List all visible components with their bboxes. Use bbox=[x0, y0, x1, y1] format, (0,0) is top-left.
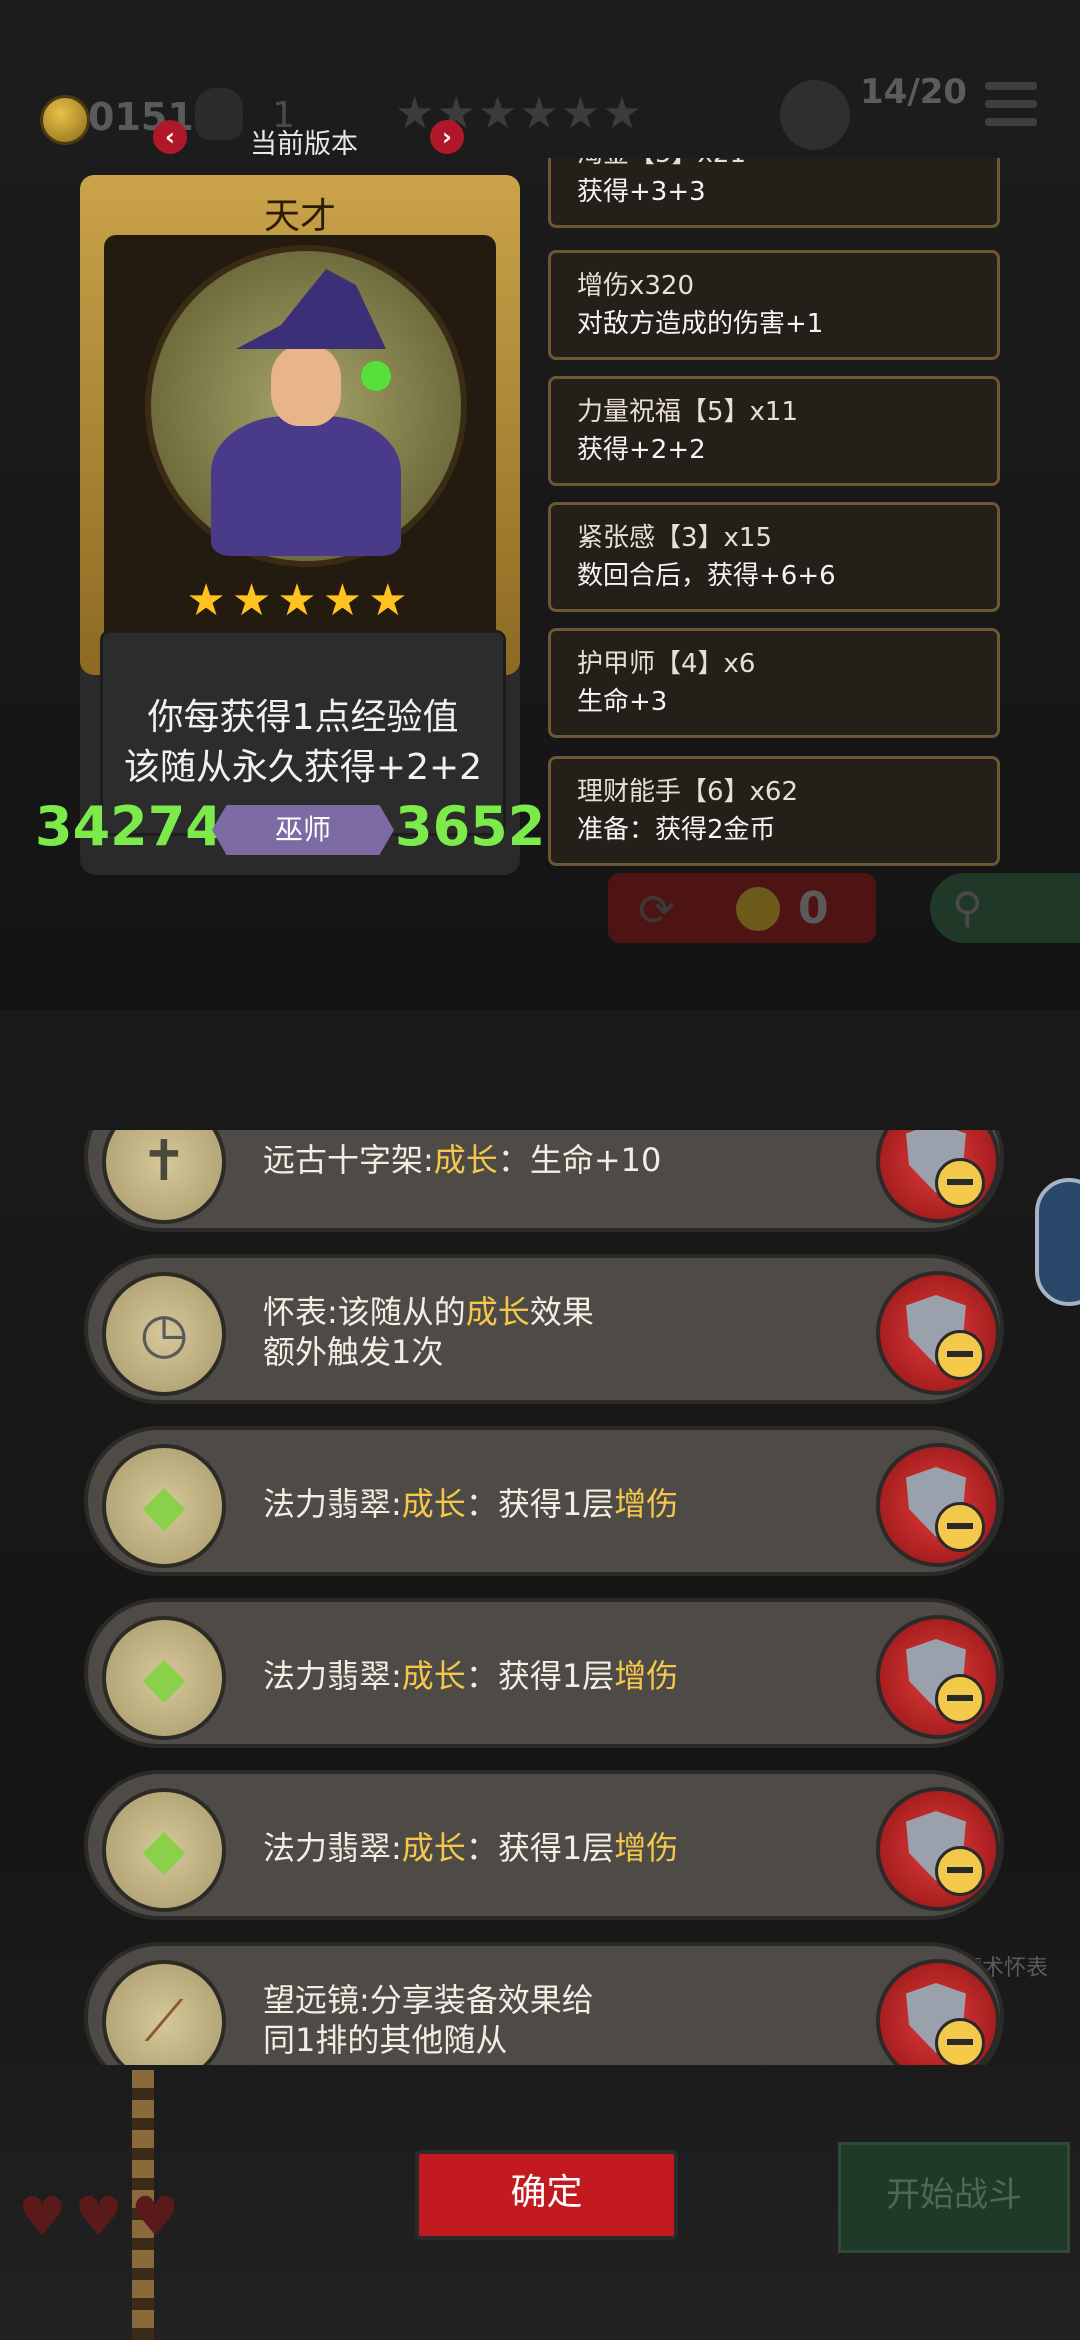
item-text: 法力翡翠:成长：获得1层增伤 bbox=[263, 1829, 679, 1867]
card-frame: 天才 ★★★★★ bbox=[80, 175, 520, 675]
equipment-panel: 魔术怀表 ✝ 远古十字架:成长：生命+10 ◷ 怀表:该随从的成长效果 额外触发1… bbox=[0, 1010, 1080, 2340]
list-item: ◆ 法力翡翠:成长：获得1层增伤 bbox=[84, 1598, 1004, 1748]
minus-icon bbox=[935, 1674, 985, 1724]
buff-item: 理财能手【6】x62 准备：获得2金币 bbox=[548, 756, 1000, 866]
buff-effect: 生命+3 bbox=[577, 687, 668, 717]
minus-icon bbox=[935, 1158, 985, 1208]
list-item: ⟋ 望远镜:分享装备效果给 同1排的其他随从 bbox=[84, 1942, 1004, 2065]
buff-name: 增伤x320 bbox=[577, 271, 695, 301]
minus-icon bbox=[935, 1330, 985, 1380]
coin-icon bbox=[736, 887, 780, 931]
version-next-button[interactable]: › bbox=[430, 120, 464, 154]
cross-icon: ✝ bbox=[102, 1130, 226, 1224]
remove-item-button[interactable] bbox=[876, 1443, 1000, 1567]
equipment-list[interactable]: ✝ 远古十字架:成长：生命+10 ◷ 怀表:该随从的成长效果 额外触发1次 ◆ 法… bbox=[84, 1130, 1004, 2065]
turn-counter: 14/20 bbox=[860, 72, 968, 112]
emerald-icon: ◆ bbox=[102, 1444, 226, 1568]
wizard-robe bbox=[211, 416, 401, 556]
refresh-button[interactable]: ⟳ 0 bbox=[608, 873, 876, 943]
remove-item-button[interactable] bbox=[876, 1959, 1000, 2065]
confirm-button[interactable]: 确定 bbox=[415, 2150, 678, 2240]
telescope-icon: ⟋ bbox=[102, 1960, 226, 2065]
item-text: 远古十字架:成长：生命+10 bbox=[263, 1141, 662, 1179]
buff-effect: 获得+2+2 bbox=[577, 435, 706, 465]
menu-icon[interactable] bbox=[985, 82, 1037, 136]
item-text: 法力翡翠:成长：获得1层增伤 bbox=[263, 1657, 679, 1695]
buff-name: 力量祝福【5】x11 bbox=[577, 397, 799, 427]
buff-effect: 数回合后，获得+6+6 bbox=[577, 561, 836, 591]
minion-name: 天才 bbox=[263, 196, 336, 237]
item-text: 法力翡翠:成长：获得1层增伤 bbox=[263, 1485, 679, 1523]
search-icon: ⚲ bbox=[952, 883, 983, 932]
buff-name: 理财能手【6】x62 bbox=[577, 777, 799, 807]
tribe-badge: 巫师 bbox=[212, 805, 394, 855]
remove-item-button[interactable] bbox=[876, 1787, 1000, 1911]
remove-item-button[interactable] bbox=[876, 1615, 1000, 1739]
start-battle-button[interactable]: 开始战斗 bbox=[838, 2142, 1070, 2253]
buff-effect: 获得+3+3 bbox=[577, 177, 706, 207]
description-line-2: 该随从永久获得+2+2 bbox=[123, 747, 483, 788]
wizard-portrait bbox=[145, 245, 467, 567]
remove-item-button[interactable] bbox=[876, 1271, 1000, 1395]
cat-icon bbox=[195, 88, 243, 140]
side-tab-button[interactable] bbox=[1035, 1178, 1080, 1306]
buff-list[interactable]: 淘金【5】x21 获得+3+3 增伤x320 对敌方造成的伤害+1 力量祝福【5… bbox=[548, 158, 1004, 868]
buff-item: 力量祝福【5】x11 获得+2+2 bbox=[548, 376, 1000, 486]
minion-detail-panel: 0151 1 ★★★★★★ 14/20 ‹ 当前版本 › 天才 ★★★★★ 你每… bbox=[0, 0, 1080, 990]
item-text: 望远镜:分享装备效果给 同1排的其他随从 bbox=[263, 1981, 594, 2059]
buff-name: 护甲师【4】x6 bbox=[577, 649, 756, 679]
buff-item: 紧张感【3】x15 数回合后，获得+6+6 bbox=[548, 502, 1000, 612]
gold-coin-icon bbox=[40, 95, 90, 145]
buff-name: 淘金【5】x21 bbox=[577, 158, 746, 170]
description-line-1: 你每获得1点经验值 bbox=[147, 697, 459, 738]
item-text: 怀表:该随从的成长效果 额外触发1次 bbox=[263, 1293, 594, 1371]
emerald-icon: ◆ bbox=[102, 1616, 226, 1740]
magic-orb-icon bbox=[361, 361, 391, 391]
list-item: ◷ 怀表:该随从的成长效果 额外触发1次 bbox=[84, 1254, 1004, 1404]
list-item: ◆ 法力翡翠:成长：获得1层增伤 bbox=[84, 1426, 1004, 1576]
minion-card: 天才 ★★★★★ 你每获得1点经验值 该随从永久获得+2+2 bbox=[80, 175, 520, 875]
wizard-face bbox=[271, 346, 341, 426]
refresh-icon: ⟳ bbox=[638, 885, 675, 936]
minus-icon bbox=[935, 2018, 985, 2065]
buff-effect: 准备：获得2金币 bbox=[577, 815, 776, 845]
buff-name: 紧张感【3】x15 bbox=[577, 523, 773, 553]
version-label: 当前版本 bbox=[250, 129, 358, 160]
buff-item: 护甲师【4】x6 生命+3 bbox=[548, 628, 1000, 738]
emerald-icon: ◆ bbox=[102, 1788, 226, 1912]
buff-item: 淘金【5】x21 获得+3+3 bbox=[548, 158, 1000, 228]
buff-item: 增伤x320 对敌方造成的伤害+1 bbox=[548, 250, 1000, 360]
search-button[interactable]: ⚲ bbox=[930, 873, 1080, 943]
minus-icon bbox=[935, 1846, 985, 1896]
wizard-hat bbox=[236, 269, 386, 349]
lives-hearts-icon: ♥♥♥ bbox=[18, 2185, 188, 2248]
remove-item-button[interactable] bbox=[876, 1130, 1000, 1223]
refresh-cost: 0 bbox=[798, 883, 829, 934]
card-stars: ★★★★★ bbox=[186, 575, 414, 626]
attack-value: 34274 bbox=[35, 795, 223, 858]
version-prev-button[interactable]: ‹ bbox=[153, 120, 187, 154]
avatar[interactable] bbox=[780, 80, 850, 150]
pocket-watch-icon: ◷ bbox=[102, 1272, 226, 1396]
list-item: ✝ 远古十字架:成长：生命+10 bbox=[84, 1130, 1004, 1232]
list-item: ◆ 法力翡翠:成长：获得1层增伤 bbox=[84, 1770, 1004, 1920]
buff-effect: 对敌方造成的伤害+1 bbox=[577, 309, 824, 339]
minus-icon bbox=[935, 1502, 985, 1552]
